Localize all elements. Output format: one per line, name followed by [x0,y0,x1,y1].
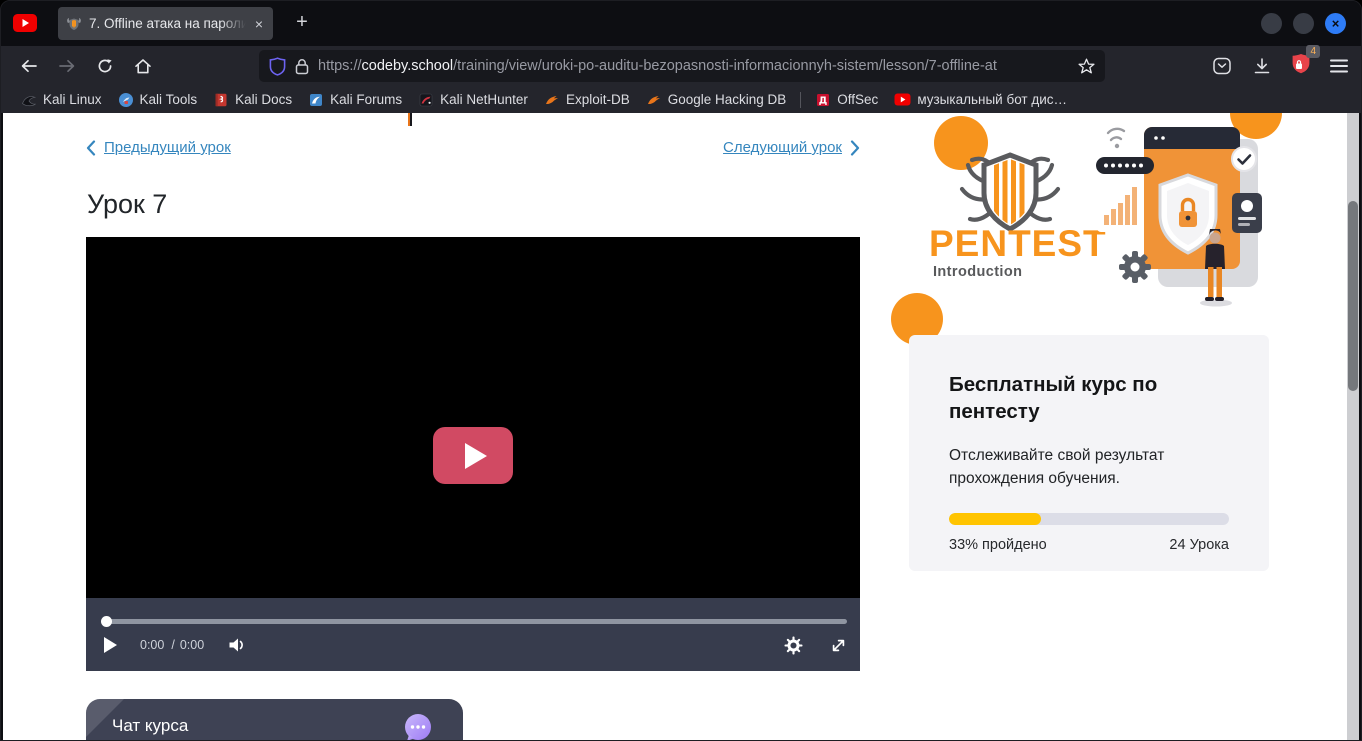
bookmark-kali-tools[interactable]: Kali Tools [110,90,206,110]
fullscreen-button[interactable] [830,637,847,654]
bookmark-google-hacking-db[interactable]: Google Hacking DB [638,90,795,110]
maximize-button[interactable] [1293,13,1314,34]
settings-button[interactable] [784,636,803,655]
kali-docs-icon [213,92,229,108]
url-domain: codeby.school [362,58,454,74]
chat-bubble-icon[interactable] [403,713,433,740]
url-path: /training/view/uroki-po-auditu-bezopasno… [453,58,997,74]
kali-tools-icon [118,92,134,108]
course-progress-card: Бесплатный курс по пентесту Отслеживайте… [909,335,1269,571]
brand-title: PENTEST [929,223,1107,265]
reload-button[interactable] [91,52,119,80]
svg-text:Д: Д [819,95,827,106]
close-button[interactable]: × [1325,13,1346,34]
course-illustration [1096,117,1266,318]
big-play-button[interactable] [433,427,513,484]
lessons-count-label: 24 Урока [1169,537,1229,553]
next-lesson-link[interactable]: Следующий урок [723,139,860,156]
forward-button[interactable] [53,52,81,80]
current-time: 0:00 [140,638,164,652]
play-button[interactable] [103,636,118,654]
previous-lesson-link[interactable]: Предыдущий урок [86,139,231,156]
window-controls: × [1261,13,1346,34]
codeby-favicon-icon [66,16,82,32]
lesson-title: Урок 7 [87,189,167,220]
play-icon [465,443,487,469]
bookmark-kali-nethunter[interactable]: Kali NetHunter [410,90,536,110]
course-card-title: Бесплатный курс по пентесту [949,372,1229,425]
tab-title: 7. Offline атака на пароли [89,15,246,33]
pocket-icon[interactable] [1211,55,1233,77]
kali-linux-icon [21,92,37,108]
time-display: 0:00 / 0:00 [140,638,204,652]
progress-percent-label: 33% пройдено [949,537,1047,553]
minimize-button[interactable] [1261,13,1282,34]
chevron-right-icon [850,140,860,156]
home-button[interactable] [129,52,157,80]
brand-subtitle: Introduction [933,264,1022,280]
lock-icon [295,58,309,75]
fullscreen-icon [830,637,847,654]
download-icon[interactable] [1251,56,1273,77]
course-card-description: Отслеживайте свой результат прохождения … [949,445,1229,490]
bookmark-star-icon[interactable] [1078,58,1095,74]
seek-handle[interactable] [101,616,112,627]
progress-stats: 33% пройдено 24 Урока [949,537,1229,553]
chat-title: Чат курса [112,716,188,736]
duration: 0:00 [180,638,204,652]
active-tab[interactable]: 7. Offline атака на пароли × [58,7,273,40]
pinned-tab-youtube[interactable] [13,14,37,32]
url-scheme: https:// [318,58,362,74]
controls-row: 0:00 / 0:00 [103,628,847,662]
titlebar: 7. Offline атака на пароли × + × [1,1,1361,46]
page-content: Предыдущий урок Следующий урок Урок 7 [3,113,1347,740]
time-separator: / [171,638,174,652]
bookmarks-separator [800,92,801,108]
progress-bar-track [949,513,1229,525]
new-tab-button[interactable]: + [289,10,315,36]
chevron-left-icon [86,140,96,156]
url-fade [1035,57,1069,76]
video-screen[interactable] [86,237,860,598]
seek-bar[interactable] [103,619,847,624]
lesson-navigation: Предыдущий урок Следующий урок [86,139,860,161]
volume-button[interactable] [228,637,247,653]
bookmark-offsec[interactable]: Д OffSec [807,90,886,110]
bookmarks-bar: Kali Linux Kali Tools Kali Docs Kali F [1,86,1361,113]
urlbar[interactable]: https://codeby.school/training/view/urok… [259,50,1105,82]
bookmark-exploit-db[interactable]: Exploit-DB [536,90,638,110]
scrollbar-thumb[interactable] [1348,201,1358,391]
url-text: https://codeby.school/training/view/urok… [318,57,1069,76]
browser-window: 7. Offline атака на пароли × + × [0,0,1362,741]
tab-title-fade [220,15,246,33]
nav-buttons [15,46,157,86]
youtube-icon [13,14,37,32]
course-chat-card[interactable]: Чат курса [86,699,463,740]
extension-badge: 4 [1306,45,1320,58]
tab-close-button[interactable]: × [253,17,265,31]
progress-bar-fill [949,513,1041,525]
video-player: 0:00 / 0:00 [86,237,860,671]
kali-forums-icon [308,92,324,108]
page-scrollbar[interactable] [1347,113,1359,741]
offsec-icon: Д [815,92,831,108]
bookmark-kali-forums[interactable]: Kali Forums [300,90,410,110]
clipped-page-element [408,113,412,126]
hamburger-menu-icon[interactable] [1329,58,1349,74]
exploit-db-icon [544,92,560,108]
google-hacking-db-icon [646,92,662,108]
youtube-icon [894,93,911,106]
bookmark-kali-docs[interactable]: Kali Docs [205,90,300,110]
gear-decoration [1119,251,1151,283]
back-button[interactable] [15,52,43,80]
kali-nethunter-icon [418,92,434,108]
bookmark-music-bot[interactable]: музыкальный бот дис… [886,90,1075,109]
video-controls: 0:00 / 0:00 [86,598,860,671]
adblock-extension[interactable]: 4 [1291,53,1311,79]
gear-icon [784,636,803,655]
bookmark-kali-linux[interactable]: Kali Linux [13,90,110,110]
toolbar-icons: 4 [1211,46,1349,86]
navbar: https://codeby.school/training/view/urok… [1,46,1361,86]
tracking-protection-shield-icon[interactable] [269,57,286,76]
